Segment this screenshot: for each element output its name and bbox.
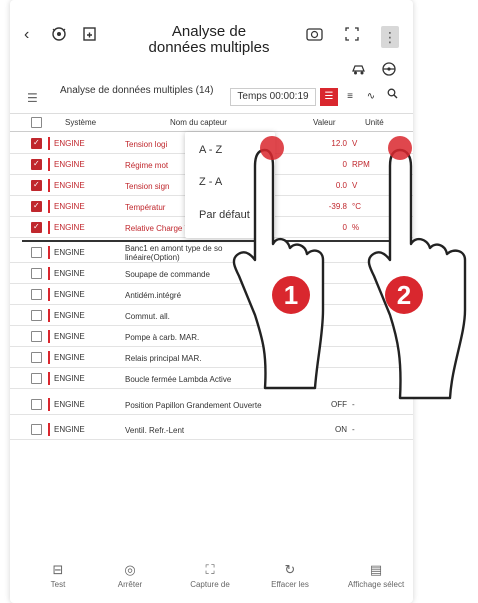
more-icon[interactable]: ⋮ (381, 26, 399, 48)
table-header: Système Nom du capteur Valeur Unité (10, 114, 413, 132)
row-checkbox[interactable] (31, 331, 42, 342)
row-checkbox[interactable] (31, 399, 42, 410)
row-checkbox[interactable] (31, 138, 42, 149)
capture-button[interactable]: ⛶ Capture de (180, 562, 240, 589)
row-checkbox[interactable] (31, 268, 42, 279)
row-system: ENGINE (54, 425, 85, 434)
text-view-icon[interactable]: ≡ (341, 88, 359, 106)
system-color-marker (48, 158, 50, 171)
system-color-marker (48, 351, 50, 364)
row-value: OFF (331, 400, 347, 409)
hand-2-illustration (367, 148, 467, 400)
row-unit: - (352, 425, 355, 434)
stop-button[interactable]: ◎ Arrêter (100, 562, 160, 589)
touch-point-2 (388, 136, 412, 160)
step-1-badge: 1 (272, 276, 310, 314)
fullscreen-icon[interactable] (344, 26, 360, 47)
row-checkbox[interactable] (31, 424, 42, 435)
report-icon[interactable] (82, 26, 98, 47)
camera-icon[interactable] (306, 26, 324, 47)
list-icon: ☰ (27, 91, 38, 105)
system-color-marker (48, 398, 50, 411)
display-select-icon: ▤ (369, 562, 383, 577)
row-checkbox[interactable] (31, 310, 42, 321)
display-select-label: Affichage sélect (347, 580, 405, 589)
row-system: ENGINE (54, 332, 85, 341)
row-checkbox[interactable] (31, 373, 42, 384)
system-color-marker (48, 330, 50, 343)
hand-1-illustration (232, 148, 325, 390)
system-color-marker (48, 423, 50, 436)
row-unit: - (352, 400, 355, 409)
row-system: ENGINE (54, 290, 85, 299)
panel-name: Analyse de données multiples (14) (60, 85, 214, 96)
system-color-marker (48, 221, 50, 234)
row-system: ENGINE (54, 269, 85, 278)
vehicle-scan-icon[interactable] (50, 26, 68, 47)
select-all-checkbox[interactable] (31, 117, 42, 128)
column-sensor[interactable]: Nom du capteur (170, 118, 227, 127)
row-checkbox[interactable] (31, 159, 42, 170)
row-checkbox[interactable] (31, 222, 42, 233)
search-icon[interactable] (383, 88, 401, 106)
test-button[interactable]: ⊟ Test (28, 562, 88, 589)
row-checkbox[interactable] (31, 180, 42, 191)
row-checkbox[interactable] (31, 201, 42, 212)
bottom-toolbar: ⊟ Test ◎ Arrêter ⛶ Capture de ↻ Effacer … (10, 558, 413, 603)
row-checkbox[interactable] (31, 289, 42, 300)
row-checkbox[interactable] (31, 247, 42, 258)
row-system: ENGINE (54, 400, 85, 409)
clear-button[interactable]: ↻ Effacer les (260, 562, 320, 589)
row-value: ON (335, 425, 347, 434)
car-settings-icon[interactable] (351, 62, 367, 79)
row-system: ENGINE (54, 181, 85, 190)
system-color-marker (48, 267, 50, 280)
test-icon: ⊟ (52, 562, 64, 577)
row-system: ENGINE (54, 353, 85, 362)
row-system: ENGINE (54, 139, 85, 148)
system-color-marker (48, 137, 50, 150)
clear-icon: ↻ (284, 562, 296, 577)
clear-label: Effacer les (271, 580, 309, 589)
page-title: Analyse de données multiples (148, 23, 270, 56)
test-label: Test (50, 580, 66, 589)
display-select-button[interactable]: ▤ Affichage sélect (340, 562, 412, 589)
row-sensor: Position Papillon Grandement Ouverte (125, 400, 262, 410)
column-value: Valeur (313, 118, 336, 127)
row-system: ENGINE (54, 311, 85, 320)
row-system: ENGINE (54, 374, 85, 383)
system-color-marker (48, 288, 50, 301)
list-view-icon[interactable]: ☰ (320, 88, 338, 106)
stop-icon: ◎ (124, 562, 136, 577)
step-2-badge: 2 (385, 276, 423, 314)
steering-wheel-icon[interactable] (382, 62, 396, 79)
table-row[interactable]: ENGINE Ventil. Refr.-Lent ON - (10, 419, 413, 440)
capture-label: Capture de (190, 580, 230, 589)
timer-display: Temps 00:00:19 (230, 88, 316, 106)
column-unit[interactable]: Unité (365, 118, 384, 127)
top-bar: ‹ Analyse de données multiples ⋮ (10, 0, 413, 76)
row-checkbox[interactable] (31, 352, 42, 363)
row-system: ENGINE (54, 160, 85, 169)
system-color-marker (48, 200, 50, 213)
panel-header: ☰ Analyse de données multiples (14) Temp… (10, 84, 413, 114)
row-system: ENGINE (54, 202, 85, 211)
capture-icon: ⛶ (205, 562, 215, 577)
row-system: ENGINE (54, 248, 85, 257)
row-sensor: Ventil. Refr.-Lent (125, 425, 185, 435)
touch-point-1 (260, 136, 284, 160)
row-system: ENGINE (54, 223, 85, 232)
system-color-marker (48, 246, 50, 259)
system-color-marker (48, 309, 50, 322)
back-icon[interactable]: ‹ (24, 26, 29, 44)
stop-label: Arrêter (117, 580, 143, 589)
graph-view-icon[interactable]: ∿ (362, 88, 380, 106)
column-system: Système (65, 118, 97, 127)
system-color-marker (48, 372, 50, 385)
system-color-marker (48, 179, 50, 192)
